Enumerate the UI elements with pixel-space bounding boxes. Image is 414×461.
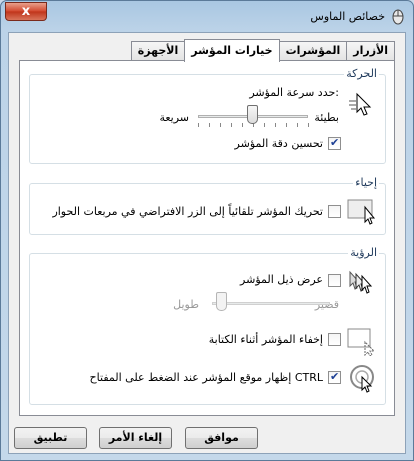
pointer-trails-icon xyxy=(349,270,373,294)
slider-tick xyxy=(286,123,287,127)
tab-strip: الأزرار المؤشرات خيارات المؤشر الأجهزة xyxy=(130,39,395,62)
speed-slow-label: بطيئة xyxy=(314,111,339,124)
mouse-properties-window: خصائص الماوس x الأزرار المؤشرات خيارات ا… xyxy=(0,0,414,461)
trails-long-label: طويل xyxy=(173,298,199,311)
slider-tick xyxy=(242,123,243,127)
ctrl-locate-label: إظهار موقع المؤشر عند الضغط على المفتاح … xyxy=(89,371,323,384)
trails-slider-track xyxy=(212,302,330,305)
visibility-group: الرؤية عرض ذيل المؤشر قصير طويل إخفاء ا xyxy=(29,246,386,405)
trails-checkbox[interactable] xyxy=(328,274,341,287)
cancel-button[interactable]: إلغاء الأمر xyxy=(99,427,172,449)
snap-to-button-icon xyxy=(347,199,376,225)
ctrl-locate-icon xyxy=(350,365,374,393)
title-bar[interactable]: خصائص الماوس x xyxy=(1,1,413,31)
precision-checkbox[interactable] xyxy=(328,136,341,150)
hide-pointer-icon xyxy=(347,328,376,356)
precision-label: تحسين دقة المؤشر xyxy=(234,137,323,150)
hide-while-typing-checkbox[interactable] xyxy=(328,333,341,346)
close-button[interactable]: x xyxy=(5,2,47,21)
speed-slider-thumb[interactable] xyxy=(247,105,258,124)
snapto-label: تحريك المؤشر تلقائياً إلى الزر الافتراضي… xyxy=(52,205,323,218)
mouse-icon xyxy=(392,9,404,25)
visibility-legend: الرؤية xyxy=(348,246,379,259)
slider-tick xyxy=(308,123,309,127)
motion-group: الحركة حدد سرعة المؤشر: بطيئة سريعة تحسي… xyxy=(29,67,386,164)
window-title: خصائص الماوس xyxy=(310,10,385,23)
ok-button[interactable]: موافق xyxy=(185,427,258,449)
slider-tick xyxy=(209,123,210,127)
trails-slider-thumb[interactable] xyxy=(216,292,227,311)
pointer-speed-icon xyxy=(349,92,372,116)
dialog-client: الأزرار المؤشرات خيارات المؤشر الأجهزة ا… xyxy=(8,32,406,454)
speed-heading: حدد سرعة المؤشر: xyxy=(249,86,339,99)
ctrl-locate-checkbox[interactable] xyxy=(328,370,341,384)
slider-tick xyxy=(198,123,199,127)
tab-buttons[interactable]: الأزرار xyxy=(346,41,395,61)
tab-pointers[interactable]: المؤشرات xyxy=(278,41,348,61)
slider-tick xyxy=(231,123,232,127)
snapto-checkbox[interactable] xyxy=(328,205,341,218)
speed-fast-label: سريعة xyxy=(159,111,189,124)
snapto-legend: إحياء xyxy=(353,176,379,189)
tab-pointer-options[interactable]: خيارات المؤشر xyxy=(184,39,280,62)
slider-tick xyxy=(275,123,276,127)
pointer-options-panel: الحركة حدد سرعة المؤشر: بطيئة سريعة تحسي… xyxy=(19,60,395,416)
slider-tick xyxy=(297,123,298,127)
close-icon: x xyxy=(21,4,31,19)
slider-tick xyxy=(264,123,265,127)
hide-while-typing-label: إخفاء المؤشر أثناء الكتابة xyxy=(208,333,323,346)
slider-tick xyxy=(220,123,221,127)
snapto-group: إحياء تحريك المؤشر تلقائياً إلى الزر الا… xyxy=(29,176,386,235)
apply-button[interactable]: تطبيق xyxy=(14,427,87,449)
tab-hardware[interactable]: الأجهزة xyxy=(130,41,186,61)
motion-legend: الحركة xyxy=(344,67,379,80)
trails-label: عرض ذيل المؤشر xyxy=(240,273,323,286)
